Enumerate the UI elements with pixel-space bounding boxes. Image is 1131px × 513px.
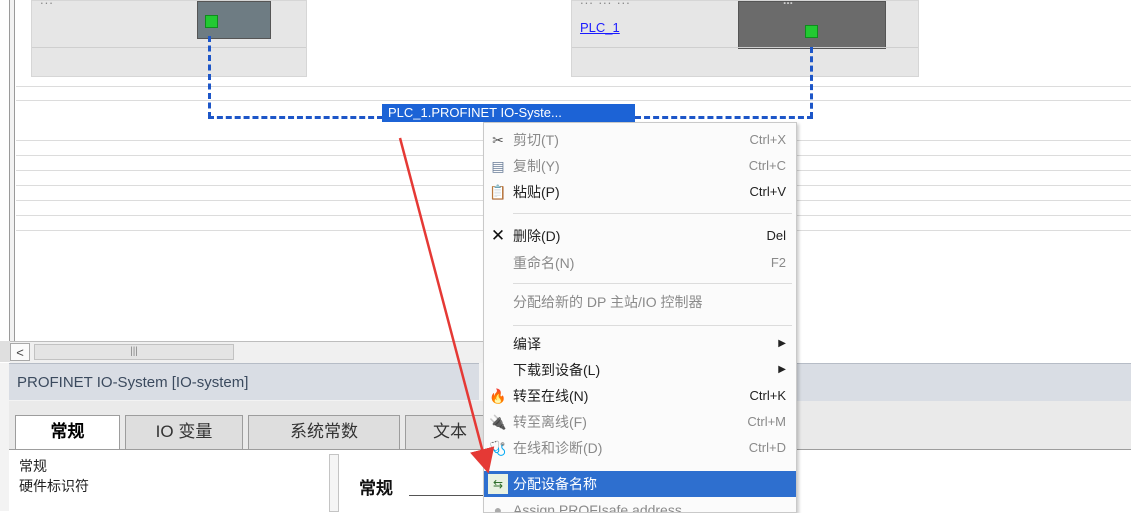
profisafe-icon: ● [493,502,503,512]
inspector-title-bar [795,363,1131,401]
menu-item-label: 下载到设备(L) [513,362,601,378]
subnet-drop-left[interactable] [208,36,211,118]
menu-item-go-offline[interactable]: 🔌 转至离线(F) Ctrl+M [484,409,796,435]
menu-item-download[interactable]: 下载到设备(L) ▶ [484,357,796,383]
menu-shortcut: Del [766,228,786,243]
io-device-box[interactable]: ... ... ... ... [571,0,919,77]
menu-item-label: 在线和诊断(D) [513,440,603,456]
device-divider [572,47,918,48]
grid-line [16,100,1131,101]
menu-shortcut: Ctrl+C [748,158,786,173]
menu-item-label: 复制(Y) [513,158,560,174]
menu-item-compile[interactable]: 编译 ▶ [484,331,796,357]
menu-shortcut: Ctrl+K [749,388,786,403]
tab-texts[interactable]: 文本 [405,415,495,449]
context-menu: ✂ 剪切(T) Ctrl+X ▤ 复制(Y) Ctrl+C 📋 粘贴(P) Ct… [483,122,797,513]
scroll-left-button[interactable]: < [10,343,30,361]
delete-icon: ✕ [490,226,506,245]
section-heading: 常规 [359,479,393,498]
menu-item-assign-device-name[interactable]: ⇆ 分配设备名称 [484,471,796,497]
tab-system-constants[interactable]: 系统常数 [248,415,400,449]
menu-shortcut: Ctrl+M [747,414,786,429]
device-header-text: ... [40,0,54,7]
submenu-arrow-icon: ▶ [778,364,786,375]
menu-separator [513,325,792,326]
menu-item-assign-master[interactable]: 分配给新的 DP 主站/IO 控制器 [484,289,796,315]
property-nav: 常规 硬件标识符 [9,450,339,512]
device-header-text: ... ... ... [580,0,631,7]
nav-item-hardware-id[interactable]: 硬件标识符 [19,476,89,496]
menu-item-label: 分配设备名称 [513,476,597,492]
go-online-icon: 🔥 [489,388,507,404]
assign-name-icon: ⇆ [488,474,508,494]
menu-separator [513,283,792,284]
plc-device-box[interactable]: ... [31,0,307,77]
view-left-border [9,0,15,341]
menu-item-rename[interactable]: 重命名(N) F2 [484,250,796,276]
submenu-arrow-icon: ▶ [778,338,786,349]
menu-item-label: 编译 [513,336,541,352]
menu-item-label: Assign PROFIsafe address [513,502,682,512]
tab-general[interactable]: 常规 [15,415,120,449]
subnet-line-right[interactable] [635,116,813,119]
profinet-port-left[interactable] [205,15,218,28]
menu-item-label: 粘贴(P) [513,184,560,200]
copy-icon: ▤ [491,158,505,174]
scissors-icon: ✂ [492,132,504,148]
menu-item-paste[interactable]: 📋 粘贴(P) Ctrl+V [484,179,796,205]
inspector-title: PROFINET IO-System [IO-system] [9,363,479,400]
diagnostics-icon: 🩺 [489,440,507,456]
profinet-port-right[interactable] [805,25,818,38]
menu-shortcut: Ctrl+X [749,132,786,147]
scroll-thumb[interactable]: ||| [34,344,234,360]
nav-scrollbar[interactable] [329,454,339,512]
menu-item-delete[interactable]: ✕ 删除(D) Del [484,223,796,249]
go-offline-icon: 🔌 [489,414,507,430]
module-header-text: ... [783,0,794,7]
grid-line [16,86,1131,87]
menu-item-label: 转至在线(N) [513,388,589,404]
menu-item-assign-profisafe[interactable]: ● Assign PROFIsafe address [484,497,796,512]
menu-item-cut[interactable]: ✂ 剪切(T) Ctrl+X [484,127,796,153]
subnet-line-left[interactable] [208,116,383,119]
tab-io-tags[interactable]: IO 变量 [125,415,243,449]
scroll-gap [0,341,10,362]
menu-item-label: 删除(D) [513,228,561,244]
menu-item-copy[interactable]: ▤ 复制(Y) Ctrl+C [484,153,796,179]
device-divider [32,47,306,48]
menu-item-label: 分配给新的 DP 主站/IO 控制器 [513,294,703,310]
menu-separator [513,213,792,214]
menu-shortcut: Ctrl+D [748,440,786,455]
nav-item-general[interactable]: 常规 [19,456,47,476]
menu-item-online-diagnostics[interactable]: 🩺 在线和诊断(D) Ctrl+D [484,435,796,461]
menu-item-label: 转至离线(F) [513,414,587,430]
subnet-label[interactable]: PLC_1.PROFINET IO-Syste... [382,104,635,122]
horizontal-scrollbar[interactable]: < ||| [10,341,484,364]
plc-link[interactable]: PLC_1 [580,20,620,35]
paste-icon: 📋 [489,184,507,200]
menu-shortcut: F2 [770,255,786,270]
menu-item-label: 剪切(T) [513,132,559,148]
menu-item-go-online[interactable]: 🔥 转至在线(N) Ctrl+K [484,383,796,409]
subnet-drop-right[interactable] [810,47,813,118]
menu-shortcut: Ctrl+V [749,184,786,199]
menu-item-label: 重命名(N) [513,255,575,271]
